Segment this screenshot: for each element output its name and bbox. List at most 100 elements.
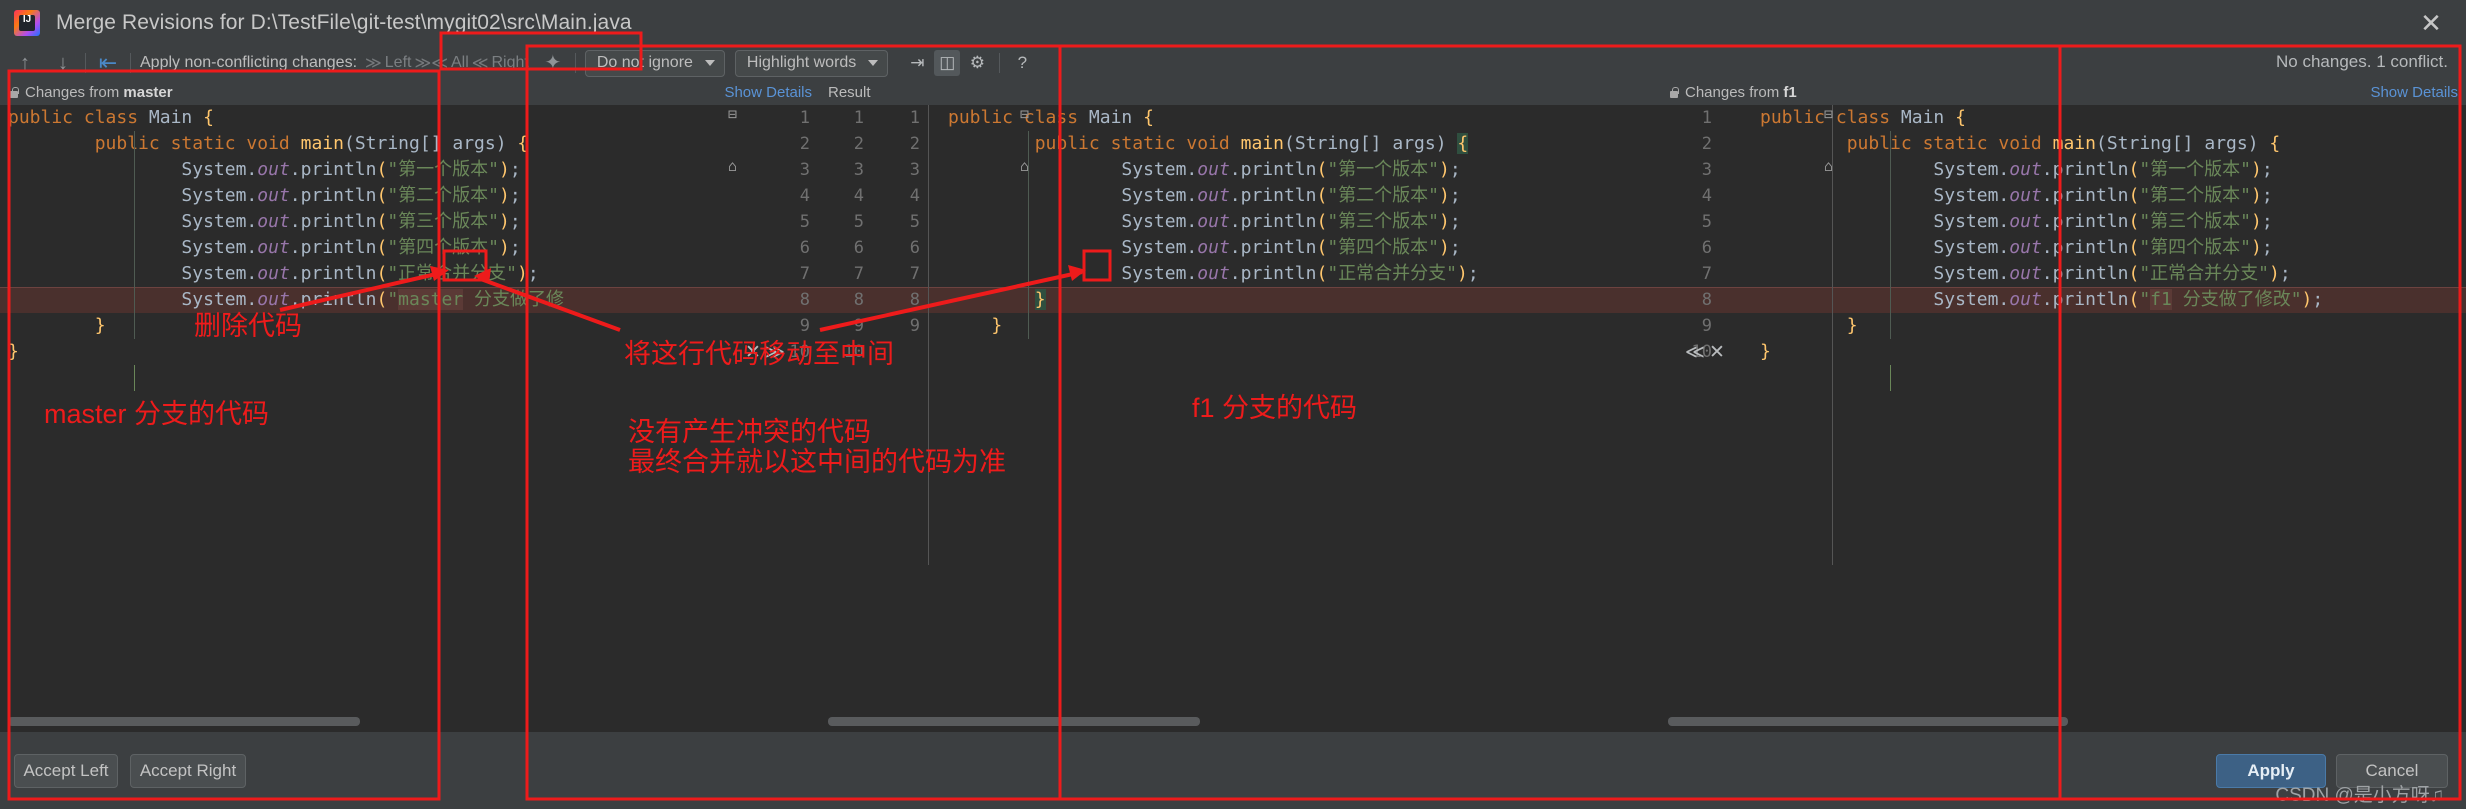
annotation-no-conflict-line2: 最终合并就以这中间的代码为准 [628,447,1006,477]
code-line-row[interactable]: 9 } [1660,313,2466,339]
line-number-outer: 8 [853,290,864,310]
line-number-outer: 7 [853,264,864,284]
next-difference-icon[interactable]: ↓ [50,50,76,76]
code-line-text: public static void main(String[] args) { [94,133,529,154]
code-line-text: public class Main { [8,107,214,128]
line-number-outer: 4 [853,186,864,206]
pane-right-show-details-link[interactable]: Show Details [2370,84,2458,101]
fold-marker-icon[interactable]: ⌂ [728,157,737,175]
line-number-outer: 1 [853,108,864,128]
code-line-text: } [991,315,1003,336]
magic-resolve-icon[interactable]: ✦ [540,50,566,76]
pane-middle-code-rows: 1 1 public class Main {2 2 public static vo… [820,105,1660,365]
logo-label: IJ [22,14,32,25]
code-line-row[interactable]: 99 } [820,313,1660,339]
code-line-row[interactable]: 10 [820,339,1660,365]
accept-right-change-icon[interactable]: ≪ [1684,340,1706,364]
chevron-down-icon [868,60,879,66]
reject-right-change-icon[interactable]: ✕ [1706,340,1728,364]
fold-marker-icon[interactable]: ⊟ [1020,105,1029,123]
gear-icon[interactable]: ⚙ [964,50,990,76]
line-number: 2 [909,134,920,154]
pane-right-code-area[interactable]: 1 public class Main {2 public static void… [1660,105,2466,732]
line-number: 5 [909,212,920,232]
code-line-row[interactable]: 8 System.out.println("f1 分支做了修改"); [1660,287,2466,313]
code-line-row[interactable]: 4 System.out.println("第二个版本"); [0,183,820,209]
code-line-row[interactable]: 33 System.out.println("第一个版本"); [820,157,1660,183]
fold-marker-icon[interactable]: ⌂ [1824,157,1833,175]
toolbar-separator-4 [999,53,1001,73]
code-line-row[interactable]: 1 1 public class Main { [820,105,1660,131]
apply-left-link[interactable]: Left [385,54,412,72]
code-line-row[interactable]: 5 System.out.println("第三个版本"); [0,209,820,235]
line-number: 2 [799,134,810,154]
apply-all-link[interactable]: All [451,54,469,72]
line-number: 4 [799,186,810,206]
accept-left-button[interactable]: Accept Left [14,754,118,788]
fold-marker-icon[interactable]: ⌂ [1020,157,1029,175]
code-line-row[interactable]: 77 System.out.println("正常合并分支"); [820,261,1660,287]
apply-right-link[interactable]: Right [492,54,529,72]
annotation-delete-code: 删除代码 [194,311,302,341]
code-line-row[interactable]: 2 public static void main(String[] args)… [1660,131,2466,157]
ignore-policy-dropdown[interactable]: Do not ignore [584,49,725,77]
code-line-row[interactable]: 10} [1660,339,2466,365]
help-icon[interactable]: ? [1009,50,1035,76]
accept-right-button[interactable]: Accept Right [130,754,246,788]
code-line-text: System.out.println("第一个版本"); [1933,159,2273,180]
pane-left-code-rows: 1 public class Main {2 public static void… [0,105,820,365]
pane-right-hscrollbar[interactable] [1668,717,2452,726]
code-line-text: System.out.println("第三个版本"); [181,211,521,232]
line-number: 7 [909,264,920,284]
code-line-row[interactable]: 3 System.out.println("第一个版本"); [0,157,820,183]
lock-icon [1668,86,1680,100]
previous-difference-icon[interactable]: ↑ [12,50,38,76]
code-line-row[interactable]: 4 4 System.out.println("第二个版本"); [820,183,1660,209]
code-line-row[interactable]: 5 System.out.println("第三个版本"); [1660,209,2466,235]
code-line-row[interactable]: 4 System.out.println("第二个版本"); [1660,183,2466,209]
code-line-row[interactable]: 6 6 System.out.println("第四个版本"); [820,235,1660,261]
pane-middle-hscrollbar[interactable] [828,717,1646,726]
code-line-row[interactable]: 6 System.out.println("第四个版本"); [0,235,820,261]
code-line-text: System.out.println("第二个版本"); [1933,185,2273,206]
code-line-text: System.out.println("第四个版本"); [1933,237,2273,258]
apply-left-chevron-icon[interactable]: ≫ [365,53,382,73]
code-line-row[interactable]: 2 public static void main(String[] args)… [0,131,820,157]
close-icon[interactable]: ✕ [2418,10,2444,37]
merge-revisions-window: IJ Merge Revisions for D:\TestFile\git-t… [0,0,2466,809]
code-line-text: } [94,315,106,336]
pane-left-show-details-link[interactable]: Show Details [724,84,812,101]
code-line-text: System.out.println("第四个版本"); [181,237,521,258]
pane-middle-header: Result [820,80,1660,105]
collapse-unchanged-icon[interactable]: ⇥ [904,50,930,76]
apply-all-chevron-icon[interactable]: ≫≪ [414,53,448,73]
code-line-row[interactable]: 5 5 System.out.println("第三个版本"); [820,209,1660,235]
pane-right-code-rows: 1 public class Main {2 public static void… [1660,105,2466,365]
code-line-row[interactable]: 7 System.out.println("正常合并分支"); [0,261,820,287]
code-line-row[interactable]: 7 System.out.println("正常合并分支"); [1660,261,2466,287]
fold-marker-icon[interactable]: ⊟ [728,105,737,123]
code-line-text: System.out.println("正常合并分支"); [181,263,539,284]
code-line-row[interactable]: 1 public class Main { [1660,105,2466,131]
line-number: 7 [799,264,810,284]
bottom-bar: Accept Left Accept Right Apply Cancel CS… [0,732,2466,809]
ignore-policy-value: Do not ignore [596,54,693,71]
toolbar-separator-2 [130,53,131,73]
line-number: 5 [1701,212,1712,232]
pane-left-hscrollbar[interactable] [8,717,806,726]
highlight-policy-value: Highlight words [746,54,857,71]
code-line-row[interactable]: 6 System.out.println("第四个版本"); [1660,235,2466,261]
fold-marker-icon[interactable]: ⊟ [1824,105,1833,123]
code-line-row[interactable]: 8 8 } [820,287,1660,313]
code-line-row[interactable]: 3 System.out.println("第一个版本"); [1660,157,2466,183]
title-bar: IJ Merge Revisions for D:\TestFile\git-t… [0,0,2466,46]
revert-icon[interactable]: ⇤ [95,50,121,76]
apply-right-chevron-icon[interactable]: ≪ [472,53,489,73]
highlight-policy-dropdown[interactable]: Highlight words [734,49,889,77]
code-line-row[interactable]: 1 public class Main { [0,105,820,131]
code-line-row[interactable]: 8 System.out.println("master 分支做了修 [0,287,820,313]
pane-right-header: Changes from f1 Show Details [1660,80,2466,105]
code-line-row[interactable]: 2 2 public static void main(String[] args… [820,131,1660,157]
toggle-columns-icon[interactable]: ◫ [934,50,961,76]
line-number: 6 [799,238,810,258]
